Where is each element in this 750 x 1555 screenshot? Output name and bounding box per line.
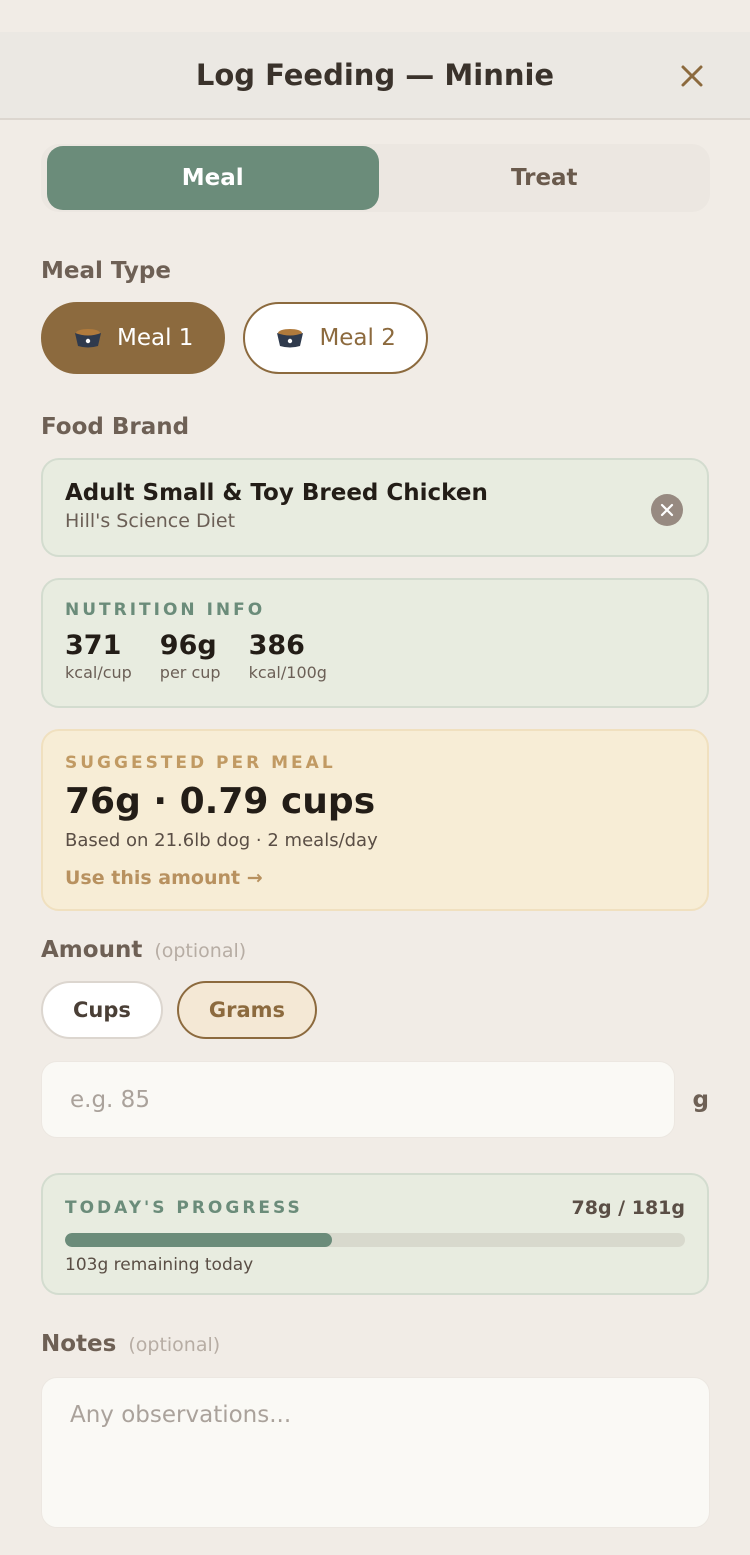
progress-remaining: 103g remaining today [65,1255,254,1275]
suggested-title: SUGGESTED PER MEAL [65,753,336,773]
form-content: Meal Treat Meal Type Meal 1 Meal 2 Food … [0,120,750,1532]
meal-2-label: Meal 2 [319,325,396,351]
page-title: Log Feeding — Minnie [195,58,555,92]
notes-label-text: Notes [41,1331,117,1357]
optional-hint: (optional) [128,1334,221,1356]
amount-label: Amount (optional) [41,937,709,963]
notes-label: Notes (optional) [41,1331,709,1357]
tab-treat[interactable]: Treat [379,146,711,210]
selected-food-card[interactable]: Adult Small & Toy Breed Chicken Hill's S… [41,458,709,557]
amount-input-row: g [41,1061,709,1138]
meal-type-label: Meal Type [41,258,171,284]
modal-header: Log Feeding — Minnie [0,32,750,120]
nutrition-unit: kcal/100g [248,663,327,682]
suggested-basis: Based on 21.6lb dog · 2 meals/day [65,830,378,851]
use-this-amount-link[interactable]: Use this amount → [65,867,685,889]
meal-type-options: Meal 1 Meal 2 [41,302,709,374]
status-bar-area [0,0,750,32]
tab-meal[interactable]: Meal [47,146,379,210]
progress-header: TODAY'S PROGRESS 78g / 181g [65,1197,685,1219]
nutrition-item: 371 kcal/cup [65,630,132,682]
entry-type-segmented-control: Meal Treat [41,144,710,212]
dog-bowl-icon [75,329,101,348]
close-button[interactable] [674,58,710,94]
progress-bar-fill [65,1233,333,1247]
unit-toggle: Cups Grams [41,981,709,1039]
progress-bar [65,1233,685,1247]
food-product-name: Adult Small & Toy Breed Chicken [65,480,488,506]
nutrition-value: 386 [248,630,305,661]
food-brand-name: Hill's Science Diet [65,510,236,532]
nutrition-unit: per cup [159,663,221,682]
amount-unit-suffix: g [692,1086,709,1113]
amount-input[interactable] [41,1061,675,1138]
close-icon [681,65,703,87]
nutrition-unit: kcal/cup [65,663,132,682]
meal-2-chip[interactable]: Meal 2 [243,302,428,374]
meal-1-chip[interactable]: Meal 1 [41,302,226,374]
cups-unit-button[interactable]: Cups [41,981,163,1039]
nutrition-value: 96g [159,630,217,661]
suggested-amount: 76g · 0.79 cups [65,781,376,822]
nutrition-item: 96g per cup [160,630,221,682]
progress-title: TODAY'S PROGRESS [65,1198,303,1218]
nutrition-value: 371 [65,630,122,661]
amount-label-text: Amount [41,937,143,963]
grams-unit-button[interactable]: Grams [176,981,318,1039]
dog-bowl-icon [277,329,304,348]
nutrition-info-title: NUTRITION INFO [65,600,266,620]
todays-progress-card: TODAY'S PROGRESS 78g / 181g 103g remaini… [41,1173,709,1295]
nutrition-item: 386 kcal/100g [249,630,327,682]
meal-1-label: Meal 1 [117,325,194,351]
notes-textarea[interactable] [41,1377,710,1528]
clear-food-button[interactable] [651,494,683,526]
suggested-amount-card: SUGGESTED PER MEAL 76g · 0.79 cups Based… [41,729,709,911]
nutrition-info-card: NUTRITION INFO 371 kcal/cup 96g per cup … [41,578,709,708]
optional-hint: (optional) [154,940,247,962]
food-brand-label: Food Brand [41,414,190,440]
clear-icon [660,503,674,517]
nutrition-values: 371 kcal/cup 96g per cup 386 kcal/100g [65,630,685,682]
progress-count: 78g / 181g [571,1197,685,1219]
